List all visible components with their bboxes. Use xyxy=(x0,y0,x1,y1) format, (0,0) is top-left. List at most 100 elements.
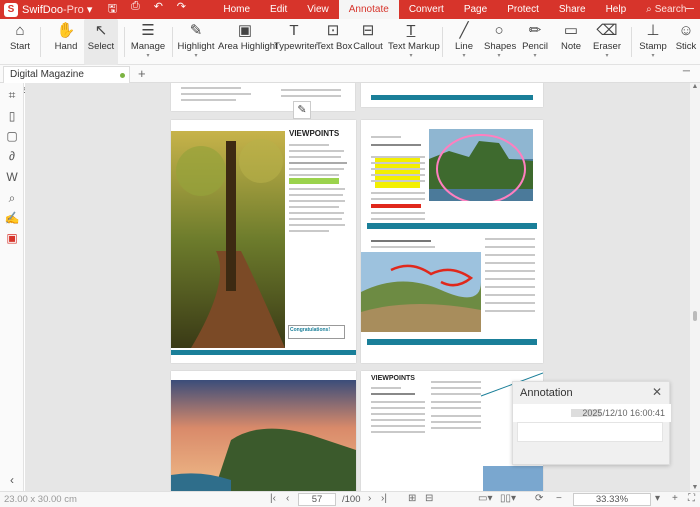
tab-bar: Digital Magazine Example.pdf * + ─ xyxy=(0,65,700,96)
scroll-up-icon[interactable]: ▲ xyxy=(690,83,700,90)
annotation-text-input[interactable] xyxy=(517,422,663,442)
pencil-label: Pencil xyxy=(522,41,548,52)
sticker-button[interactable]: ☺ Stick xyxy=(672,19,700,65)
line-button[interactable]: ╱ Line ▾ xyxy=(450,19,478,65)
chevron-down-icon: ▾ xyxy=(605,53,609,59)
vertical-scrollbar[interactable]: ▲ ▼ xyxy=(690,83,700,491)
app-name[interactable]: SwifDoo-Pro ▾ xyxy=(22,3,92,16)
area-highlight-button[interactable]: ▣ Area Highlight xyxy=(218,19,278,65)
text-line xyxy=(431,407,481,409)
chevron-down-icon: ▾ xyxy=(194,53,198,59)
edit-pencil-icon[interactable]: ✎ xyxy=(293,101,311,119)
shapes-button[interactable]: ○ Shapes ▾ xyxy=(484,19,516,65)
fit-page-icon[interactable]: ⊟ xyxy=(425,493,433,504)
highlight-label: Highlight xyxy=(177,41,215,52)
menu-share[interactable]: Share xyxy=(549,0,596,19)
rotate-icon[interactable]: ⟳ xyxy=(535,493,543,504)
prev-page-icon[interactable]: ‹ xyxy=(286,493,289,504)
page-57: VIEWPOINTS Congratulations! xyxy=(171,120,356,363)
manage-button[interactable]: ☰ Manage ▾ xyxy=(130,19,166,65)
eraser-button[interactable]: ⌫ Eraser ▾ xyxy=(592,19,622,65)
pencil-button[interactable]: ✏ Pencil ▾ xyxy=(521,19,549,65)
redo-icon[interactable]: ↷ xyxy=(175,0,187,19)
menu-help[interactable]: Help xyxy=(596,0,637,19)
fullscreen-icon[interactable]: ⛶ xyxy=(688,493,695,504)
zoom-dropdown-icon[interactable]: ▾ xyxy=(655,493,660,504)
menu-page[interactable]: Page xyxy=(454,0,497,19)
search-icon[interactable]: ⌕ xyxy=(4,190,20,206)
minimize-panel-icon[interactable]: ─ xyxy=(683,66,690,77)
forest-photo xyxy=(171,131,285,348)
attachment-icon[interactable]: ∂ xyxy=(4,148,20,164)
menu-edit[interactable]: Edit xyxy=(260,0,297,19)
text-line xyxy=(371,174,425,176)
gift-icon[interactable]: ▣ xyxy=(4,230,20,246)
word-icon[interactable]: W xyxy=(4,169,20,185)
text-line xyxy=(485,270,535,272)
text-line xyxy=(281,95,341,97)
stamp-label: Stamp xyxy=(639,41,667,52)
line-label: Line xyxy=(455,41,473,52)
add-tab-button[interactable]: + xyxy=(138,66,146,82)
toolbar-divider xyxy=(40,27,41,57)
two-page-icon[interactable]: ▯▯▾ xyxy=(500,493,516,504)
text-line xyxy=(371,246,435,248)
main-menu: Home Edit View Annotate Convert Page Pro… xyxy=(213,0,636,19)
hand-tool-button[interactable]: ✋ Hand xyxy=(50,19,82,65)
tab-controls: ─ xyxy=(683,66,690,77)
print-icon[interactable]: ⎙ xyxy=(129,0,141,19)
zoom-level[interactable]: 33.33% xyxy=(573,493,651,506)
next-page-icon[interactable]: › xyxy=(368,493,371,504)
single-page-icon[interactable]: ▭▾ xyxy=(478,493,492,504)
page-number-input[interactable]: 57 xyxy=(298,493,336,506)
green-highlight xyxy=(289,178,339,184)
chevron-down-icon: ▾ xyxy=(146,53,150,59)
stamp-button[interactable]: ⊥ Stamp ▾ xyxy=(638,19,668,65)
undo-icon[interactable]: ↶ xyxy=(152,0,164,19)
menu-view[interactable]: View xyxy=(297,0,339,19)
zoom-in-icon[interactable]: + xyxy=(672,493,678,504)
minimize-icon[interactable]: ─ xyxy=(680,0,700,19)
select-tool-button[interactable]: ↖ Select xyxy=(84,19,118,65)
menu-protect[interactable]: Protect xyxy=(497,0,549,19)
text-line xyxy=(289,200,345,202)
chevron-down-icon: ▾ xyxy=(651,53,655,59)
edition-dropdown-icon[interactable]: ▾ xyxy=(87,4,93,16)
text-line xyxy=(181,99,236,101)
save-icon[interactable]: 🖫 xyxy=(106,0,118,19)
text-markup-button[interactable]: T̲ Text Markup ▾ xyxy=(388,19,440,65)
close-icon[interactable]: ✕ xyxy=(652,385,662,399)
scroll-thumb[interactable] xyxy=(693,311,697,321)
text-line xyxy=(431,401,481,403)
start-button[interactable]: ⌂ Start xyxy=(4,19,36,65)
menu-convert[interactable]: Convert xyxy=(399,0,454,19)
text-markup-label: Text Markup xyxy=(388,41,440,52)
text-line xyxy=(485,238,535,240)
text-line xyxy=(485,246,535,248)
first-page-icon[interactable]: |‹ xyxy=(270,493,276,504)
scroll-down-icon[interactable]: ▼ xyxy=(690,484,700,491)
comment-icon[interactable]: ▢ xyxy=(4,128,20,144)
annotation-title: Annotation xyxy=(520,387,573,399)
text-line xyxy=(431,427,481,429)
last-page-icon[interactable]: ›| xyxy=(381,493,387,504)
callout-button[interactable]: ⊟ Callout xyxy=(353,19,383,65)
menu-home[interactable]: Home xyxy=(213,0,260,19)
document-tab[interactable]: Digital Magazine Example.pdf * xyxy=(3,66,130,96)
menu-annotate[interactable]: Annotate xyxy=(338,0,399,19)
thumbnail-icon[interactable]: ▯ xyxy=(4,108,20,124)
typewriter-button[interactable]: T Typewriter xyxy=(274,19,318,65)
note-button[interactable]: ▭ Note xyxy=(558,19,584,65)
collapse-sidebar-icon[interactable]: ‹ xyxy=(4,472,20,488)
text-line xyxy=(289,174,339,176)
text-line xyxy=(485,254,535,256)
text-line xyxy=(289,150,344,152)
fit-width-icon[interactable]: ⊞ xyxy=(408,493,416,504)
bookmark-icon[interactable]: ⌗ xyxy=(4,87,20,103)
highlight-button[interactable]: ✎ Highlight ▾ xyxy=(176,19,216,65)
text-line xyxy=(289,194,343,196)
signature-icon[interactable]: ✍ xyxy=(4,210,20,226)
typewriter-icon: T xyxy=(289,22,299,39)
text-box-button[interactable]: ⊡ Text Box xyxy=(316,19,352,65)
zoom-out-icon[interactable]: − xyxy=(556,493,562,504)
